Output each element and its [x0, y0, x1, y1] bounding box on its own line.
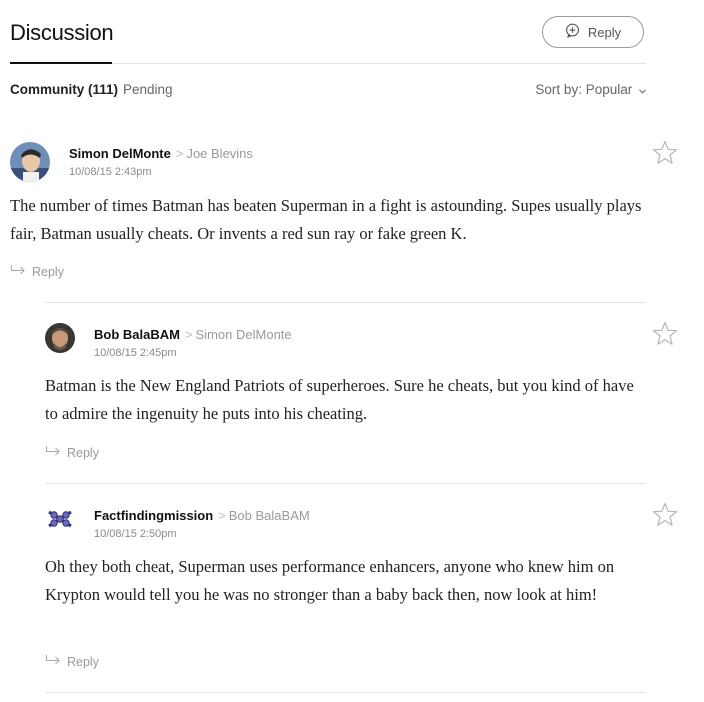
star-icon[interactable] [652, 502, 678, 528]
plus-bubble-icon [565, 23, 580, 41]
reply-link-label: Reply [67, 654, 99, 669]
comment-timestamp[interactable]: 10/08/15 2:50pm [94, 528, 177, 540]
author-name[interactable]: Simon DelMonte [69, 146, 171, 161]
reply-button[interactable]: Reply [542, 16, 644, 48]
discussion-header: Discussion Reply [10, 0, 646, 64]
comment: Factfindingmission > Bob BalaBAM 10/08/15 … [45, 502, 690, 684]
star-icon[interactable] [652, 140, 678, 166]
comment-author-line: Factfindingmission > Bob BalaBAM [94, 508, 310, 523]
star-icon[interactable] [652, 321, 678, 347]
reply-to-name[interactable]: Bob BalaBAM [229, 508, 310, 523]
reply-arrow-icon [45, 445, 61, 460]
reply-arrow-icon [45, 654, 61, 669]
comment-divider [45, 692, 646, 693]
tab-community[interactable]: Community (111) [10, 82, 118, 97]
comment-divider [45, 302, 646, 303]
comment-body: The number of times Batman has beaten Su… [10, 196, 642, 243]
reply-to-name[interactable]: Simon DelMonte [196, 327, 292, 342]
reply-to-name[interactable]: Joe Blevins [186, 146, 252, 161]
reply-link-label: Reply [32, 264, 64, 279]
avatar[interactable] [45, 323, 75, 353]
title-underline [10, 62, 112, 64]
author-name[interactable]: Bob BalaBAM [94, 327, 180, 342]
author-name[interactable]: Factfindingmission [94, 508, 213, 523]
reply-link-label: Reply [67, 445, 99, 460]
reply-link[interactable]: Reply [45, 445, 99, 460]
avatar[interactable] [45, 504, 75, 534]
comment-body: Batman is the New England Patriots of su… [45, 376, 634, 423]
sort-dropdown[interactable]: Sort by: Popular [535, 82, 646, 97]
comment-author-line: Simon DelMonte > Joe Blevins [69, 146, 253, 161]
comment: Simon DelMonte > Joe Blevins 10/08/15 2:43… [10, 140, 690, 312]
comment-timestamp[interactable]: 10/08/15 2:43pm [69, 166, 152, 178]
comment: Bob BalaBAM > Simon DelMonte 10/08/15 2:45… [45, 321, 690, 483]
avatar[interactable] [10, 142, 50, 182]
chevron-right-icon: > [175, 146, 184, 161]
reply-link[interactable]: Reply [10, 264, 64, 279]
chevron-down-icon [639, 82, 646, 97]
comment-body: Oh they both cheat, Superman uses perfor… [45, 557, 615, 604]
comment-author-line: Bob BalaBAM > Simon DelMonte [94, 327, 292, 342]
page-title: Discussion [10, 20, 114, 45]
comment-timestamp[interactable]: 10/08/15 2:45pm [94, 347, 177, 359]
comment-divider [45, 483, 646, 484]
sort-label: Sort by: Popular [535, 82, 633, 97]
reply-arrow-icon [10, 264, 26, 279]
tab-pending[interactable]: Pending [123, 82, 173, 97]
chevron-right-icon: > [184, 327, 193, 342]
reply-link[interactable]: Reply [45, 654, 99, 669]
chevron-right-icon: > [218, 508, 226, 523]
discussion-tabs: Community (111) Pending Sort by: Popular [10, 80, 646, 100]
reply-button-label: Reply [587, 24, 622, 40]
